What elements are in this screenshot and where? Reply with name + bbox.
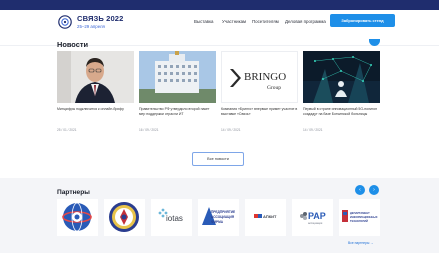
svg-text:ФИРМА: ФИРМА [211,220,224,224]
partner-tile-5[interactable]: АПКИТ [245,199,286,236]
partner-tile-4[interactable]: ПРЕДПРИЯТИЕ АССОЦИАЦИЯ ФИРМА [198,199,239,236]
nav-item-visitors[interactable]: Посетителям [252,19,279,24]
news-date-4: 14 / 09 / 2021 [303,128,323,132]
news-date-1: 25 / 01 / 2021 [57,128,77,132]
news-text-4[interactable]: Первый в стране инновационный 5G-полигон… [303,107,380,117]
logo-dates: 25–29 апреля [77,24,105,29]
news-date-2: 16 / 09 / 2021 [139,128,159,132]
logo-icon[interactable] [58,15,72,29]
news-date-3: 14 / 09 / 2021 [221,128,241,132]
svg-text:РАР: РАР [308,211,326,221]
svg-text:ДЕПАРТАМЕНТ: ДЕПАРТАМЕНТ [350,211,370,215]
news-text-1[interactable]: Минцифры подключится к онлайн-брифу [57,107,134,112]
logo-title[interactable]: СВЯЗЬ 2022 [77,14,123,23]
svg-text:ассоциация: ассоциация [308,222,323,225]
news-image-2[interactable] [139,51,216,103]
svg-text:АПКИТ: АПКИТ [263,214,277,219]
partners-heading: Партнеры [57,189,90,196]
svg-text:iotas: iotas [166,214,183,223]
partner-apkit-logo: АПКИТ [254,214,277,219]
all-partners-link[interactable]: Все партнеры → [348,241,374,245]
partner-tile-6[interactable]: РАР ассоциация [292,199,333,236]
news-text-3[interactable]: Компания «Бринго» впервые примет участие… [221,107,298,117]
svg-text:Group: Group [267,85,281,91]
partner-department-logo: ДЕПАРТАМЕНТ ИНФОРМАЦИОННЫХ ТЕХНОЛОГИЙ [342,210,378,223]
news-image-3[interactable]: BRINGO Group [221,51,298,103]
partner-tile-1[interactable] [57,199,98,236]
partner-tile-7[interactable]: ДЕПАРТАМЕНТ ИНФОРМАЦИОННЫХ ТЕХНОЛОГИЙ [339,199,380,236]
svg-text:BRINGO: BRINGO [244,71,286,83]
partner-rap-logo: РАР ассоциация [300,211,326,225]
top-bar [0,0,439,10]
partner-association-logo: ПРЕДПРИЯТИЕ АССОЦИАЦИЯ ФИРМА [202,207,235,225]
news-image-1[interactable] [57,51,134,103]
partner-tile-2[interactable] [104,199,145,236]
svg-text:ПРЕДПРИЯТИЕ: ПРЕДПРИЯТИЕ [211,210,235,214]
bringo-logo: BRINGO Group [230,69,286,91]
partner-emblem-logo [109,202,139,232]
all-news-button[interactable]: Все новости [192,152,244,166]
partners-next-button[interactable]: › [369,185,379,195]
partner-globe-logo [62,202,92,232]
svg-text:ТЕХНОЛОГИЙ: ТЕХНОЛОГИЙ [350,219,368,223]
news-image-4[interactable] [303,51,380,103]
partner-tile-3[interactable]: iotas [151,199,192,236]
svg-text:АССОЦИАЦИЯ: АССОЦИАЦИЯ [211,215,235,219]
nav-item-participants[interactable]: Участникам [222,19,246,24]
partner-iotas-logo: iotas [158,208,183,223]
news-heading: Новости [57,40,88,49]
partners-prev-button[interactable]: ‹ [355,185,365,195]
news-text-2[interactable]: Правительство РФ утвердило второй пакет … [139,107,216,117]
nav-item-exhibition[interactable]: Выставка [194,19,213,24]
svg-text:ИНФОРМАЦИОННЫХ: ИНФОРМАЦИОННЫХ [350,215,378,219]
nav-item-program[interactable]: Деловая программа [285,19,326,24]
book-stand-button[interactable]: Забронировать стенд [330,14,395,27]
